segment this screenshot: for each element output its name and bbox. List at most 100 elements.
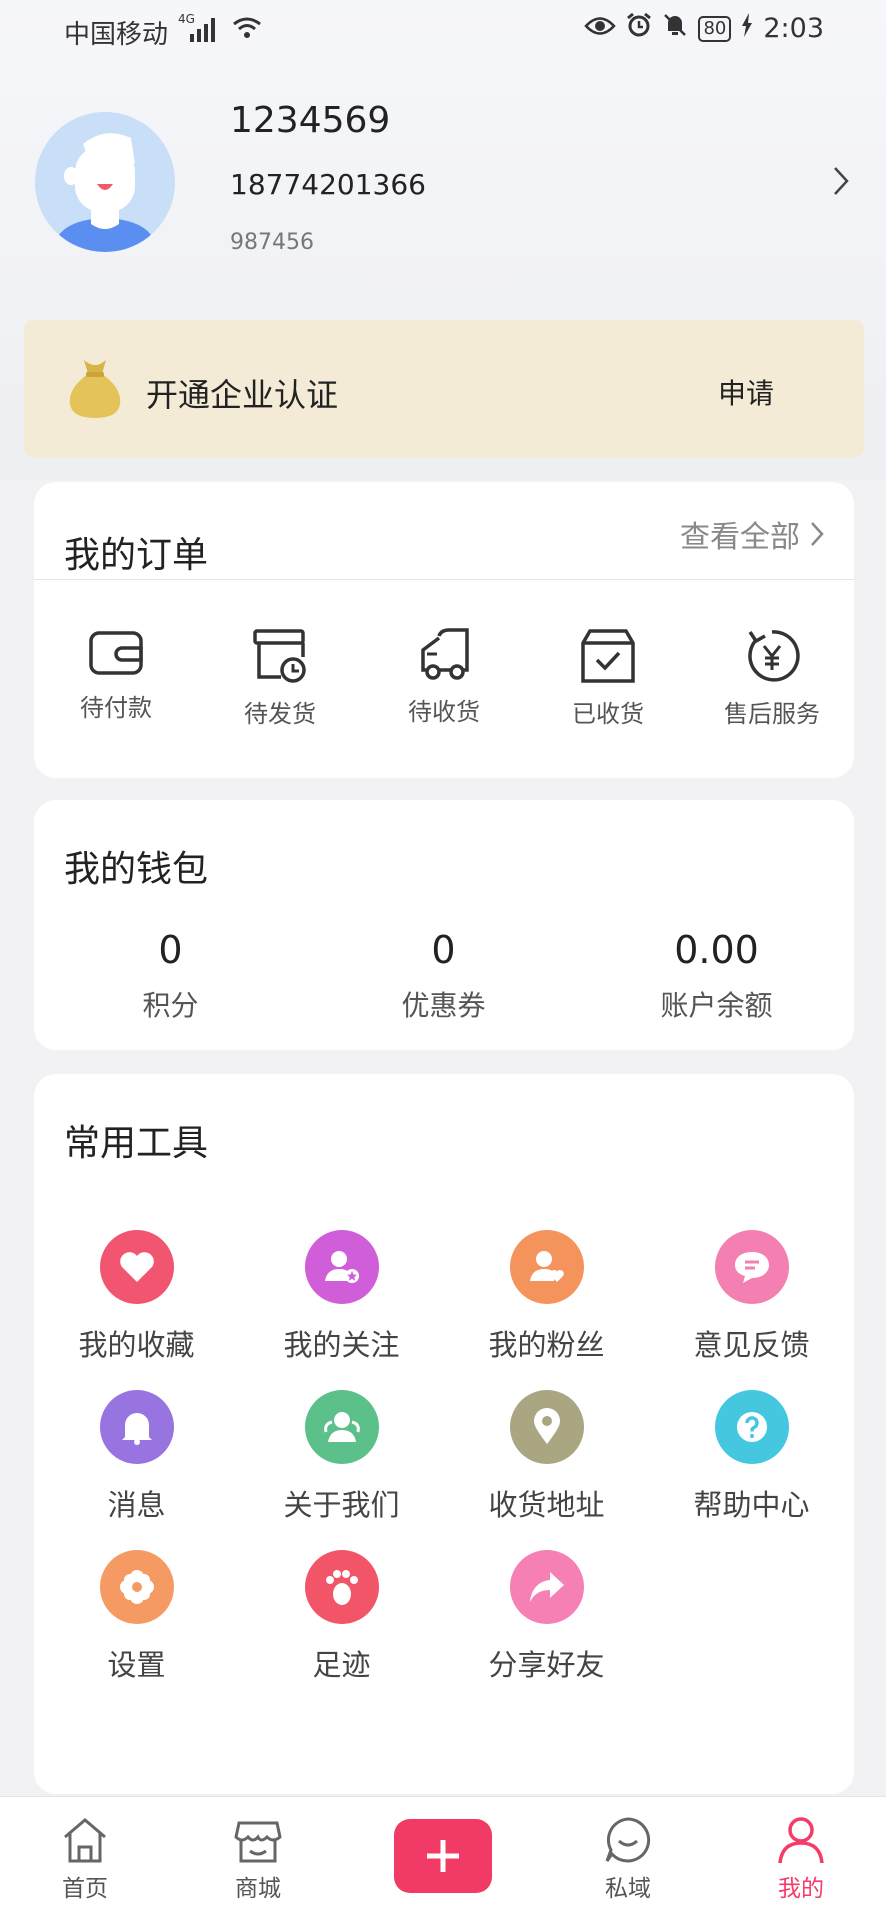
money-bag-icon: [66, 356, 124, 424]
truck-icon: [421, 628, 469, 680]
tool-footprints[interactable]: 足迹: [239, 1550, 444, 1684]
divider: [34, 579, 854, 580]
tab-mall[interactable]: 商城: [198, 1815, 318, 1903]
banner-title: 开通企业认证: [146, 376, 339, 414]
plus-icon: [427, 1840, 459, 1872]
carrier-name: 中国移动: [64, 20, 169, 50]
tool-favorites[interactable]: 我的收藏: [34, 1230, 239, 1364]
wifi-icon: [232, 16, 262, 47]
tool-label: 我的关注: [283, 1328, 400, 1362]
question-icon: [714, 1390, 789, 1464]
view-all-label: 查看全部: [680, 520, 800, 555]
orders-card: 我的订单 查看全部 待付款 待发货 待收货 已收货 售后服务: [34, 482, 854, 778]
tools-title: 常用工具: [64, 1123, 209, 1164]
wallet-title: 我的钱包: [64, 849, 209, 890]
tool-messages[interactable]: 消息: [34, 1390, 239, 1524]
network-type: 4G: [178, 12, 195, 26]
balance-value: 0.00: [674, 928, 759, 972]
tab-home[interactable]: 首页: [25, 1815, 145, 1903]
points-stat[interactable]: 0 积分: [34, 928, 307, 1024]
tool-label: 关于我们: [283, 1488, 400, 1522]
tool-label: 足迹: [312, 1648, 371, 1682]
order-pending-payment[interactable]: 待付款: [34, 628, 198, 723]
user-heart-icon: [509, 1230, 584, 1304]
username[interactable]: 1234569: [230, 100, 390, 141]
charging-icon: [741, 13, 753, 44]
tab-label: 我的: [778, 1876, 824, 1902]
tool-label: 收货地址: [488, 1488, 605, 1522]
order-pending-receipt[interactable]: 待收货: [362, 628, 526, 727]
tool-address[interactable]: 收货地址: [444, 1390, 649, 1524]
bottom-tab-bar: 首页 商城 私域 我的: [0, 1796, 886, 1920]
clock: 2:03: [763, 13, 824, 44]
person-icon: [778, 1817, 824, 1864]
tool-label: 设置: [107, 1648, 166, 1682]
chevron-right-icon[interactable]: [832, 165, 850, 201]
mute-icon: [662, 12, 688, 45]
balance-stat[interactable]: 0.00 账户余额: [580, 928, 853, 1024]
chevron-right-icon: [811, 522, 824, 546]
store-icon: [234, 1821, 282, 1863]
signal-icon: 4G: [178, 12, 215, 42]
tool-feedback[interactable]: 意见反馈: [649, 1230, 854, 1364]
wallet-card: 我的钱包 0 积分 0 优惠券 0.00 账户余额: [34, 800, 854, 1050]
location-pin-icon: [509, 1390, 584, 1464]
tools-card: 常用工具 我的收藏 我的关注 我的粉丝 意见反馈 消息 关于我们 收货地址 帮助…: [34, 1074, 854, 1794]
balance-label: 账户余额: [660, 989, 773, 1022]
phone-number: 18774201366: [230, 168, 426, 201]
flower-gear-icon: [99, 1550, 174, 1624]
status-bar: 中国移动 4G 80 2:03: [0, 0, 886, 62]
view-all-orders-link[interactable]: 查看全部: [680, 512, 824, 556]
enterprise-cert-banner[interactable]: 开通企业认证 申请: [24, 320, 864, 458]
box-check-icon: [581, 629, 635, 683]
coupons-label: 优惠券: [401, 989, 486, 1022]
orders-title: 我的订单: [64, 535, 209, 576]
order-label: 售后服务: [724, 700, 820, 728]
tool-following[interactable]: 我的关注: [239, 1230, 444, 1364]
bell-icon: [99, 1390, 174, 1464]
order-label: 已收货: [572, 700, 644, 728]
tool-settings[interactable]: 设置: [34, 1550, 239, 1684]
order-received[interactable]: 已收货: [526, 628, 690, 729]
avatar-icon: [35, 112, 175, 252]
heart-icon: [99, 1230, 174, 1304]
apply-button[interactable]: 申请: [718, 372, 774, 412]
coupons-stat[interactable]: 0 优惠券: [307, 928, 580, 1024]
coupons-value: 0: [431, 928, 456, 972]
order-after-sales[interactable]: 售后服务: [690, 628, 854, 729]
home-icon: [64, 1818, 106, 1863]
tool-label: 我的粉丝: [488, 1328, 605, 1362]
eye-icon: [584, 14, 617, 44]
add-button[interactable]: [394, 1819, 492, 1893]
points-label: 积分: [142, 989, 199, 1022]
user-id: 987456: [230, 230, 314, 255]
tool-share-friends[interactable]: 分享好友: [444, 1550, 649, 1684]
smile-bubble-icon: [605, 1817, 651, 1863]
people-icon: [304, 1390, 379, 1464]
tool-label: 我的收藏: [78, 1328, 195, 1362]
yen-refresh-icon: [748, 630, 800, 682]
tab-label: 私域: [605, 1876, 651, 1902]
footprint-icon: [304, 1550, 379, 1624]
share-arrow-icon: [509, 1550, 584, 1624]
points-value: 0: [158, 928, 183, 972]
box-clock-icon: [253, 629, 306, 683]
tool-label: 帮助中心: [693, 1488, 810, 1522]
avatar[interactable]: [35, 112, 175, 252]
tab-private-domain[interactable]: 私域: [568, 1815, 688, 1903]
tool-about-us[interactable]: 关于我们: [239, 1390, 444, 1524]
tool-label: 分享好友: [488, 1648, 605, 1682]
order-label: 待收货: [408, 698, 480, 726]
tab-label: 商城: [235, 1876, 281, 1902]
battery-indicator: 80: [698, 15, 732, 42]
tool-fans[interactable]: 我的粉丝: [444, 1230, 649, 1364]
tool-label: 消息: [107, 1488, 166, 1522]
tool-help-center[interactable]: 帮助中心: [649, 1390, 854, 1524]
tool-label: 意见反馈: [693, 1328, 810, 1362]
tab-mine[interactable]: 我的: [741, 1815, 861, 1903]
tab-label: 首页: [62, 1876, 108, 1902]
order-pending-shipment[interactable]: 待发货: [198, 628, 362, 729]
chat-bubble-icon: [714, 1230, 789, 1304]
order-label: 待发货: [244, 700, 316, 728]
user-star-icon: [304, 1230, 379, 1304]
